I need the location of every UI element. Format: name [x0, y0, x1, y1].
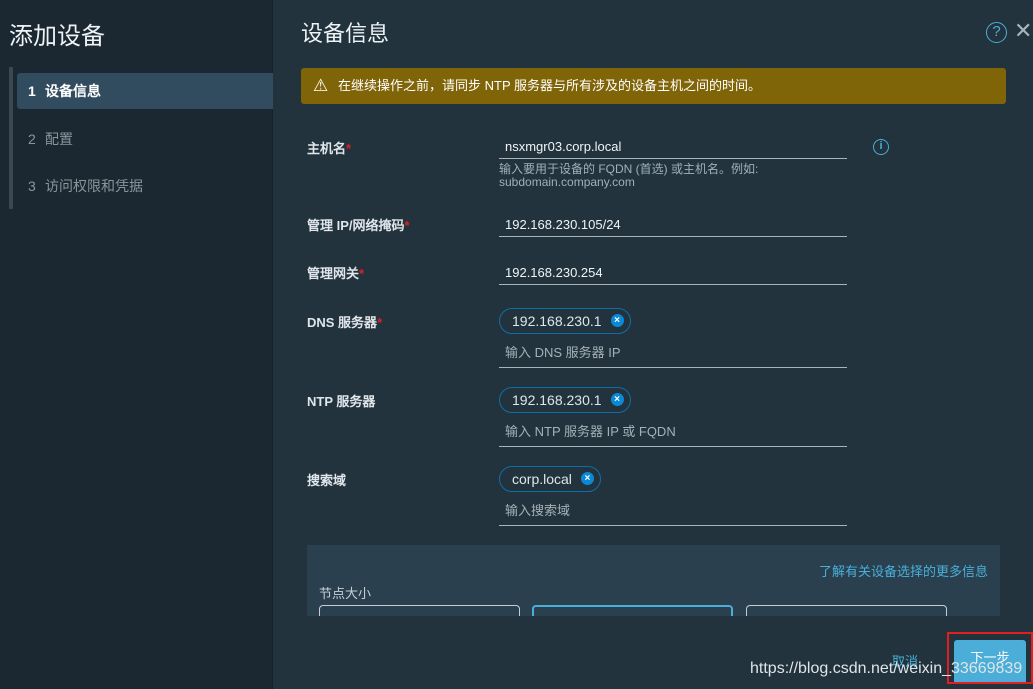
step-label: 配置: [45, 131, 73, 147]
hostname-label: 主机名*: [307, 141, 352, 156]
appliance-size-section: 了解有关设备选择的更多信息 节点大小: [307, 545, 1000, 616]
step-config[interactable]: 2 配置: [17, 121, 273, 157]
size-card[interactable]: [746, 605, 947, 616]
size-card[interactable]: [319, 605, 520, 616]
help-icon[interactable]: ?: [986, 22, 1007, 43]
more-info-link[interactable]: 了解有关设备选择的更多信息: [819, 561, 988, 580]
search-domain-input[interactable]: 输入搜索域: [499, 500, 847, 526]
step-label: 设备信息: [45, 83, 101, 99]
info-icon[interactable]: i: [873, 139, 889, 155]
close-icon[interactable]: ✕: [1014, 18, 1032, 44]
warning-icon: ⚠: [313, 76, 329, 95]
mgmt-ip-label: 管理 IP/网络掩码*: [307, 218, 410, 233]
step-device-info[interactable]: 1 设备信息: [17, 73, 273, 109]
size-card-selected[interactable]: [532, 605, 733, 616]
dns-input[interactable]: 输入 DNS 服务器 IP: [499, 342, 847, 368]
step-label: 访问权限和凭据: [45, 178, 143, 194]
mgmt-ip-input[interactable]: 192.168.230.105/24: [499, 217, 847, 237]
remove-chip-icon[interactable]: ×: [610, 314, 624, 327]
step-rail: [9, 67, 13, 209]
remove-chip-icon[interactable]: ×: [610, 393, 624, 406]
search-domain-label: 搜索域: [307, 473, 347, 488]
watermark: https://blog.csdn.net/weixin_33669839: [750, 660, 1023, 677]
hostname-input[interactable]: nsxmgr03.corp.local: [499, 139, 847, 159]
dns-label: DNS 服务器*: [307, 315, 383, 330]
search-domain-chip: corp.local ×: [499, 466, 601, 492]
page-title: 设备信息: [301, 21, 390, 46]
wizard-sidebar: 添加设备 1 设备信息 2 配置 3 访问权限和凭据: [0, 0, 273, 689]
gateway-label: 管理网关*: [307, 266, 365, 281]
step-access[interactable]: 3 访问权限和凭据: [17, 168, 273, 204]
remove-chip-icon[interactable]: ×: [580, 472, 594, 485]
main-panel: 设备信息 ? ✕ ⚠ 在继续操作之前，请同步 NTP 服务器与所有涉及的设备主机之…: [274, 0, 1033, 689]
ntp-input[interactable]: 输入 NTP 服务器 IP 或 FQDN: [499, 421, 847, 447]
ntp-chip: 192.168.230.1 ×: [499, 387, 631, 413]
warning-banner: ⚠ 在继续操作之前，请同步 NTP 服务器与所有涉及的设备主机之间的时间。: [301, 68, 1006, 104]
gateway-input[interactable]: 192.168.230.254: [499, 265, 847, 285]
dns-chip: 192.168.230.1 ×: [499, 308, 631, 334]
wizard-title: 添加设备: [9, 23, 105, 50]
ntp-label: NTP 服务器: [307, 394, 376, 409]
hostname-hint: 输入要用于设备的 FQDN (首选) 或主机名。例如: subdomain.co…: [499, 162, 759, 189]
node-size-label: 节点大小: [319, 586, 372, 601]
